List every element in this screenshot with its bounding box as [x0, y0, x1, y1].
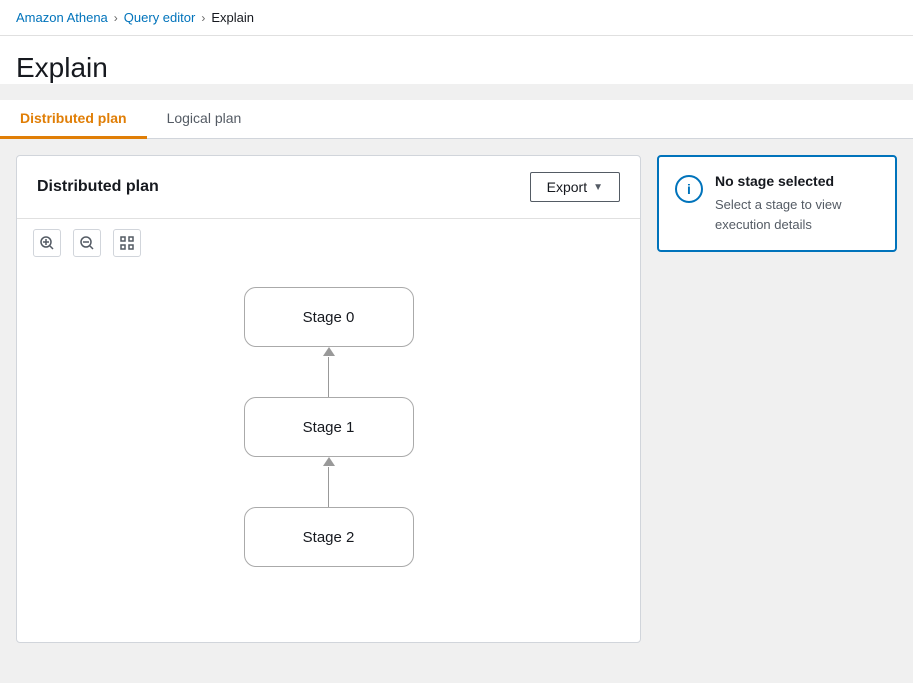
plan-panel: Distributed plan Export ▼ [16, 155, 641, 643]
diagram-area: Stage 0 Stage 1 Stage 2 [17, 267, 640, 642]
tab-logical[interactable]: Logical plan [147, 100, 262, 139]
fit-view-button[interactable] [113, 229, 141, 257]
arrow-head-1-2 [323, 457, 335, 466]
page-header: Explain [0, 36, 913, 84]
plan-panel-header: Distributed plan Export ▼ [17, 156, 640, 219]
arrow-connector-1-2 [328, 457, 330, 507]
plan-panel-title: Distributed plan [37, 178, 159, 196]
stage-node-2[interactable]: Stage 2 [244, 507, 414, 567]
breadcrumb-link-athena[interactable]: Amazon Athena [16, 10, 108, 25]
info-text: No stage selected Select a stage to view… [715, 173, 879, 234]
arrow-line-0-1 [328, 357, 329, 397]
zoom-in-button[interactable] [33, 229, 61, 257]
page-title: Explain [16, 52, 897, 84]
main-content: Distributed plan Export ▼ [0, 139, 913, 659]
breadcrumb-current: Explain [211, 10, 254, 25]
breadcrumb-sep-1: › [114, 11, 118, 25]
export-label: Export [547, 179, 587, 195]
export-button[interactable]: Export ▼ [530, 172, 620, 202]
breadcrumb: Amazon Athena › Query editor › Explain [0, 0, 913, 36]
tab-distributed[interactable]: Distributed plan [0, 100, 147, 139]
tabs-container: Distributed plan Logical plan [0, 100, 913, 139]
info-title: No stage selected [715, 173, 879, 189]
stage-node-0[interactable]: Stage 0 [244, 287, 414, 347]
breadcrumb-sep-2: › [201, 11, 205, 25]
zoom-out-button[interactable] [73, 229, 101, 257]
breadcrumb-link-query-editor[interactable]: Query editor [124, 10, 196, 25]
arrow-connector-0-1 [328, 347, 330, 397]
arrow-head-0-1 [323, 347, 335, 356]
zoom-controls [17, 219, 640, 267]
info-panel: i No stage selected Select a stage to vi… [657, 155, 897, 252]
info-icon: i [675, 175, 703, 203]
stage-node-1[interactable]: Stage 1 [244, 397, 414, 457]
export-chevron-icon: ▼ [593, 182, 603, 193]
info-description: Select a stage to view execution details [715, 195, 879, 234]
arrow-line-1-2 [328, 467, 329, 507]
